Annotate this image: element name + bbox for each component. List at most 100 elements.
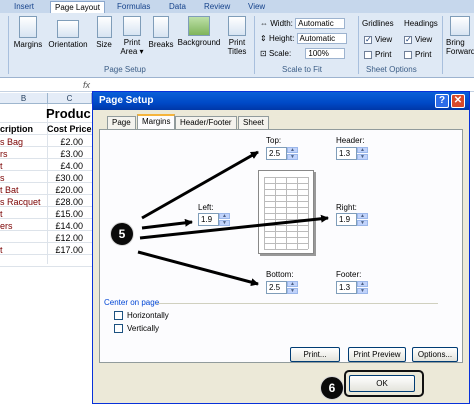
spin-up-icon[interactable]: ▲ [219, 213, 230, 219]
sheet-title-cell: Produc [46, 106, 91, 121]
horizontally-checkbox[interactable] [114, 311, 123, 320]
group-divider [254, 16, 255, 74]
options-button[interactable]: Options... [412, 347, 458, 362]
help-button[interactable]: ? [435, 94, 449, 108]
spin-up-icon[interactable]: ▲ [357, 281, 368, 287]
vertically-label[interactable]: Vertically [127, 324, 159, 333]
table-cell-cost-price[interactable]: £3.00 [47, 148, 91, 160]
top-margin-spinner[interactable]: 2.5 ▲ ▼ [266, 147, 298, 160]
scale-input[interactable]: 100% [305, 48, 346, 59]
print-area-label-2: Area ▾ [120, 47, 144, 56]
table-cell-description[interactable]: rs [0, 148, 46, 160]
print-titles-button[interactable]: Print Titles [224, 16, 250, 56]
spin-down-icon[interactable]: ▼ [219, 220, 230, 226]
insert-function-icon[interactable]: fx [83, 80, 90, 90]
table-cell-description[interactable]: s Bag [0, 136, 46, 148]
table-cell-description[interactable]: ers [0, 220, 46, 232]
spin-up-icon[interactable]: ▲ [357, 213, 368, 219]
table-cell-description[interactable]: t Bat [0, 184, 46, 196]
spin-up-icon[interactable]: ▲ [287, 281, 298, 287]
height-label: Height: [268, 34, 295, 43]
gridlines-view-checkbox[interactable] [364, 34, 372, 45]
left-margin-spinner[interactable]: 1.9 ▲ ▼ [198, 213, 230, 226]
table-cell-description[interactable]: t [0, 160, 46, 172]
header-margin-label: Header: [336, 136, 365, 145]
orientation-label: Orientation [48, 40, 88, 49]
print-button[interactable]: Print... [290, 347, 340, 362]
formula-bar[interactable] [0, 78, 474, 92]
gridlines-print-checkbox[interactable] [364, 50, 372, 59]
bottom-margin-spinner[interactable]: 2.5 ▲ ▼ [266, 281, 298, 294]
table-cell-cost-price[interactable]: £28.00 [47, 196, 91, 208]
table-cell-cost-price[interactable]: £12.00 [47, 232, 91, 244]
headings-view-row[interactable]: View [404, 34, 432, 45]
margins-button[interactable]: Margins [12, 16, 44, 49]
table-cell-description[interactable]: t [0, 244, 46, 256]
headings-view-checkbox[interactable] [404, 34, 412, 45]
tab-insert[interactable]: Insert [10, 1, 38, 13]
background-button[interactable]: Background [176, 16, 222, 47]
table-cell-cost-price[interactable]: £17.00 [47, 244, 91, 256]
headings-print-checkbox[interactable] [404, 50, 412, 59]
tab-header-footer[interactable]: Header/Footer [175, 116, 237, 129]
orientation-button[interactable]: Orientation [44, 16, 92, 49]
width-select[interactable]: Automatic [295, 18, 346, 29]
spin-up-icon[interactable]: ▲ [357, 147, 368, 153]
group-divider [358, 16, 359, 74]
tab-sheet[interactable]: Sheet [238, 116, 269, 129]
close-button[interactable]: ✕ [451, 94, 465, 108]
headings-print-row[interactable]: Print [404, 49, 431, 60]
tab-data[interactable]: Data [165, 1, 190, 13]
dialog-titlebar[interactable]: Page Setup ? ✕ [93, 92, 469, 110]
background-label: Background [177, 38, 221, 47]
tab-view[interactable]: View [244, 1, 269, 13]
table-cell-cost-price[interactable]: £15.00 [47, 208, 91, 220]
table-cell-cost-price[interactable]: £14.00 [47, 220, 91, 232]
tab-margins[interactable]: Margins [137, 114, 176, 130]
gridlines-print-row[interactable]: Print [364, 49, 391, 60]
table-cell-description[interactable]: s Racquet [0, 196, 46, 208]
height-select[interactable]: Automatic [296, 33, 347, 44]
spin-down-icon[interactable]: ▼ [287, 154, 298, 160]
footer-margin-input[interactable]: 1.3 [336, 281, 357, 294]
print-area-button[interactable]: Print Area ▾ [118, 16, 146, 56]
bring-forward-button[interactable]: Bring Forward [446, 16, 474, 56]
size-button[interactable]: Size [93, 16, 115, 49]
page-setup-group-label: Page Setup [104, 65, 146, 74]
table-cell-cost-price[interactable]: £20.00 [47, 184, 91, 196]
spin-down-icon[interactable]: ▼ [357, 220, 368, 226]
gridlines-view-row[interactable]: View [364, 34, 392, 45]
print-preview-button[interactable]: Print Preview [348, 347, 406, 362]
tab-page[interactable]: Page [107, 116, 136, 129]
spin-down-icon[interactable]: ▼ [357, 288, 368, 294]
table-cell-cost-price[interactable]: £2.00 [47, 136, 91, 148]
tab-page-layout[interactable]: Page Layout [50, 1, 105, 13]
breaks-label: Breaks [148, 40, 174, 49]
right-margin-input[interactable]: 1.9 [336, 213, 357, 226]
headings-view-label: View [415, 35, 433, 44]
top-margin-label: Top: [266, 136, 282, 145]
header-margin-spinner[interactable]: 1.3 ▲ ▼ [336, 147, 368, 160]
footer-margin-spinner[interactable]: 1.3 ▲ ▼ [336, 281, 368, 294]
sheet-options-group-label: Sheet Options [366, 65, 417, 74]
left-margin-input[interactable]: 1.9 [198, 213, 219, 226]
spin-down-icon[interactable]: ▼ [287, 288, 298, 294]
column-header-c[interactable]: C [48, 93, 92, 104]
table-cell-description[interactable]: t [0, 208, 46, 220]
table-cell-description[interactable] [0, 232, 46, 244]
tab-review[interactable]: Review [200, 1, 234, 13]
bottom-margin-input[interactable]: 2.5 [266, 281, 287, 294]
header-margin-input[interactable]: 1.3 [336, 147, 357, 160]
breaks-button[interactable]: Breaks [148, 16, 174, 49]
column-header-b[interactable]: B [0, 93, 48, 104]
spin-up-icon[interactable]: ▲ [287, 147, 298, 153]
table-cell-cost-price[interactable]: £4.00 [47, 160, 91, 172]
spin-down-icon[interactable]: ▼ [357, 154, 368, 160]
top-margin-input[interactable]: 2.5 [266, 147, 287, 160]
tab-formulas[interactable]: Formulas [113, 1, 154, 13]
horizontally-label[interactable]: Horizontally [127, 311, 169, 320]
table-cell-cost-price[interactable]: £30.00 [47, 172, 91, 184]
vertically-checkbox[interactable] [114, 324, 123, 333]
right-margin-spinner[interactable]: 1.9 ▲ ▼ [336, 213, 368, 226]
table-cell-description[interactable]: s [0, 172, 46, 184]
